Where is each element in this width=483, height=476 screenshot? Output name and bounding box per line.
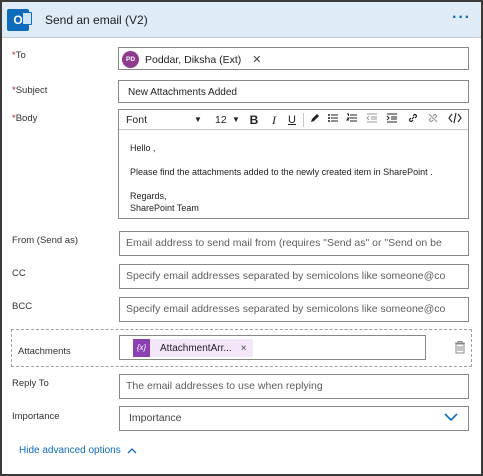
body-line: SharePoint Team — [130, 203, 199, 213]
recipient-name: Poddar, Diksha (Ext) — [145, 53, 242, 66]
body-text: Hello , Please find the attachments adde… — [130, 142, 433, 214]
reply-to-placeholder: The email addresses to use when replying — [126, 380, 323, 392]
italic-button[interactable]: I — [268, 112, 280, 128]
subject-label: *Subject — [12, 85, 48, 96]
from-input[interactable]: Email address to send mail from (require… — [119, 231, 469, 256]
dynamic-content-token: {x} AttachmentArr... × — [133, 339, 253, 357]
to-label: *To — [12, 50, 26, 61]
underline-button[interactable]: U — [286, 112, 298, 128]
chevron-down-icon[interactable] — [444, 412, 458, 425]
recipient-token: PD Poddar, Diksha (Ext) ✕ — [122, 50, 262, 69]
subject-input[interactable]: New Attachments Added — [118, 80, 469, 103]
cc-input[interactable]: Specify email addresses separated by sem… — [119, 264, 469, 289]
cc-label: CC — [12, 268, 26, 279]
font-select[interactable]: Font — [126, 114, 147, 126]
bcc-input[interactable]: Specify email addresses separated by sem… — [119, 297, 469, 322]
token-name: AttachmentArr... — [160, 342, 232, 354]
more-options-button[interactable]: ··· — [452, 10, 471, 26]
attachments-input[interactable]: {x} AttachmentArr... × — [119, 335, 426, 360]
numbered-list-icon[interactable] — [345, 112, 359, 128]
body-line: Regards, — [130, 191, 167, 201]
importance-label: Importance — [12, 411, 60, 422]
subject-value: New Attachments Added — [128, 87, 237, 98]
bcc-label: BCC — [12, 301, 33, 312]
pen-icon[interactable] — [308, 112, 322, 128]
font-size-select[interactable]: 12 — [215, 114, 227, 126]
attachments-label: Attachments — [18, 346, 71, 357]
body-line — [130, 178, 433, 190]
from-placeholder: Email address to send mail from (require… — [126, 237, 442, 249]
remove-recipient-button[interactable]: ✕ — [252, 53, 261, 66]
card-title: Send an email (V2) — [45, 13, 148, 27]
reply-to-input[interactable]: The email addresses to use when replying — [119, 374, 469, 399]
avatar: PD — [122, 51, 139, 68]
outdent-icon[interactable] — [365, 112, 379, 128]
remove-token-button[interactable]: × — [241, 343, 247, 354]
link-icon[interactable] — [406, 112, 420, 128]
importance-select[interactable]: Importance — [119, 406, 469, 431]
body-line: Please find the attachments added to the… — [130, 167, 433, 177]
send-email-card: O Send an email (V2) ··· *To PD Poddar, … — [0, 0, 483, 476]
cc-placeholder: Specify email addresses separated by sem… — [126, 270, 446, 282]
size-dropdown-icon[interactable]: ▼ — [232, 115, 240, 124]
bullet-list-icon[interactable] — [326, 112, 340, 128]
unlink-icon[interactable] — [426, 112, 440, 128]
body-editor[interactable]: Font ▼ 12 ▼ B I U Hello , Please find th… — [118, 109, 469, 219]
importance-value: Importance — [129, 412, 182, 424]
variable-icon: {x} — [133, 339, 150, 357]
body-line — [130, 154, 433, 166]
bcc-placeholder: Specify email addresses separated by sem… — [126, 303, 446, 315]
font-dropdown-icon[interactable]: ▼ — [194, 115, 202, 124]
delete-icon[interactable] — [453, 340, 467, 354]
code-view-icon[interactable] — [447, 112, 463, 128]
to-field[interactable]: PD Poddar, Diksha (Ext) ✕ — [118, 47, 469, 70]
reply-to-label: Reply To — [12, 378, 49, 389]
hide-advanced-options-link[interactable]: Hide advanced options — [19, 445, 137, 456]
body-label: *Body — [12, 113, 38, 124]
outlook-icon: O — [7, 9, 32, 31]
editor-toolbar: Font ▼ 12 ▼ B I U — [119, 110, 468, 130]
hide-advanced-label: Hide advanced options — [19, 445, 121, 456]
bold-button[interactable]: B — [248, 112, 260, 128]
indent-icon[interactable] — [385, 112, 399, 128]
body-line: Hello , — [130, 143, 156, 153]
from-label: From (Send as) — [12, 235, 78, 246]
chevron-up-icon — [127, 448, 137, 454]
card-header[interactable]: O Send an email (V2) ··· — [2, 2, 481, 38]
